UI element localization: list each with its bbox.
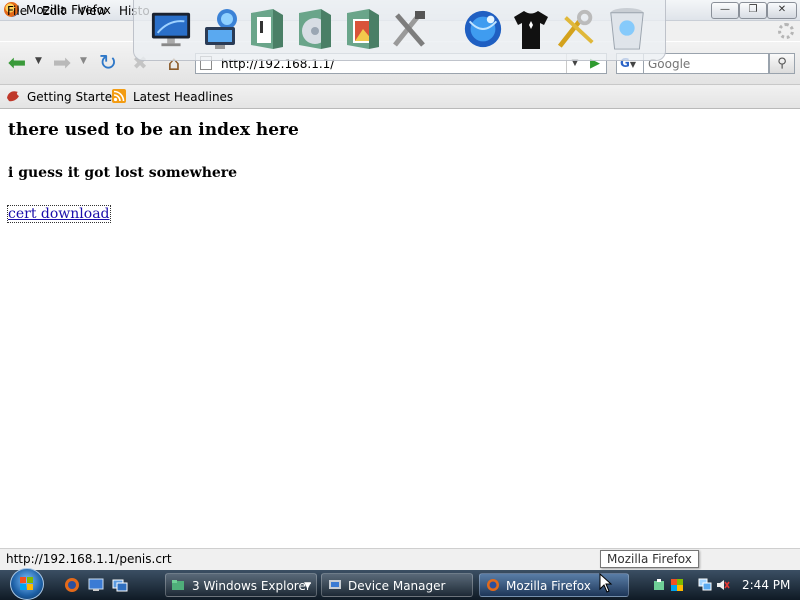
bookmark-getting-started[interactable]: Getting Started bbox=[27, 90, 120, 104]
recycle-bin-icon[interactable] bbox=[606, 6, 648, 52]
magnifier-icon: ⚲ bbox=[777, 56, 787, 71]
firefox-bookmark-icon bbox=[7, 91, 19, 102]
cert-download-link[interactable]: cert download bbox=[7, 205, 111, 223]
taskbar-tooltip: Mozilla Firefox bbox=[600, 550, 699, 568]
folder-icon bbox=[172, 580, 184, 590]
quicklaunch-desktop-icon[interactable] bbox=[88, 577, 104, 593]
monitor-icon[interactable] bbox=[150, 6, 192, 52]
menu-file[interactable]: File bbox=[7, 4, 27, 18]
mouse-cursor-icon bbox=[599, 573, 613, 593]
network-icon[interactable] bbox=[698, 578, 712, 592]
close-button[interactable]: ✕ bbox=[767, 2, 797, 19]
quicklaunch-firefox-icon[interactable] bbox=[64, 577, 80, 593]
device-manager-icon bbox=[329, 580, 341, 589]
safely-remove-icon[interactable] bbox=[652, 578, 666, 592]
task-label: Device Manager bbox=[348, 579, 446, 593]
minimize-button[interactable]: — bbox=[711, 2, 739, 19]
chevron-down-icon: ▼ bbox=[304, 581, 311, 591]
windows-logo-icon bbox=[20, 577, 33, 590]
tools-icon[interactable] bbox=[388, 6, 430, 52]
folder-pictures-icon[interactable] bbox=[342, 6, 384, 52]
bookmark-latest-headlines[interactable]: Latest Headlines bbox=[133, 90, 233, 104]
security-center-icon[interactable] bbox=[670, 578, 684, 592]
task-label: 3 Windows Explorer bbox=[192, 579, 311, 593]
maximize-button[interactable]: ❐ bbox=[739, 2, 767, 19]
status-text: http://192.168.1.1/penis.crt bbox=[6, 552, 172, 566]
forward-button[interactable]: ➡ bbox=[48, 49, 76, 77]
task-label: Mozilla Firefox bbox=[506, 579, 591, 593]
forward-arrow-icon: ➡ bbox=[52, 50, 72, 76]
page-subheading: i guess it got lost somewhere bbox=[8, 165, 238, 181]
start-button[interactable] bbox=[10, 568, 44, 600]
page-heading: there used to be an index here bbox=[8, 120, 299, 140]
menu-edit[interactable]: Edit bbox=[42, 4, 65, 18]
search-button[interactable]: ⚲ bbox=[769, 53, 795, 74]
back-arrow-icon: ⬅ bbox=[7, 50, 27, 76]
forward-history-dropdown-icon[interactable]: ▼ bbox=[80, 56, 87, 66]
tshirt-icon[interactable] bbox=[510, 6, 552, 52]
reload-icon: ↻ bbox=[98, 50, 118, 76]
taskbar-clock[interactable]: 2:44 PM bbox=[742, 578, 790, 592]
menu-view[interactable]: View bbox=[78, 4, 106, 18]
computer-network-icon[interactable] bbox=[200, 6, 242, 52]
volume-muted-icon[interactable] bbox=[716, 578, 730, 592]
back-history-dropdown-icon[interactable]: ▼ bbox=[35, 56, 42, 66]
taskbar-windows-explorer[interactable]: 3 Windows Explorer ▼ bbox=[165, 573, 317, 597]
firefox-icon bbox=[487, 579, 499, 591]
reload-button[interactable]: ↻ bbox=[94, 49, 122, 77]
folder-music-icon[interactable] bbox=[294, 6, 336, 52]
rss-feed-icon bbox=[112, 89, 126, 103]
back-button[interactable]: ⬅ bbox=[3, 49, 31, 77]
globe-browser-icon[interactable] bbox=[462, 6, 504, 52]
folder-documents-icon[interactable] bbox=[246, 6, 288, 52]
throbber-icon bbox=[778, 23, 794, 39]
utilities-icon[interactable] bbox=[556, 6, 598, 52]
quicklaunch-switch-windows-icon[interactable] bbox=[112, 577, 128, 593]
taskbar-device-manager[interactable]: Device Manager bbox=[321, 573, 473, 597]
